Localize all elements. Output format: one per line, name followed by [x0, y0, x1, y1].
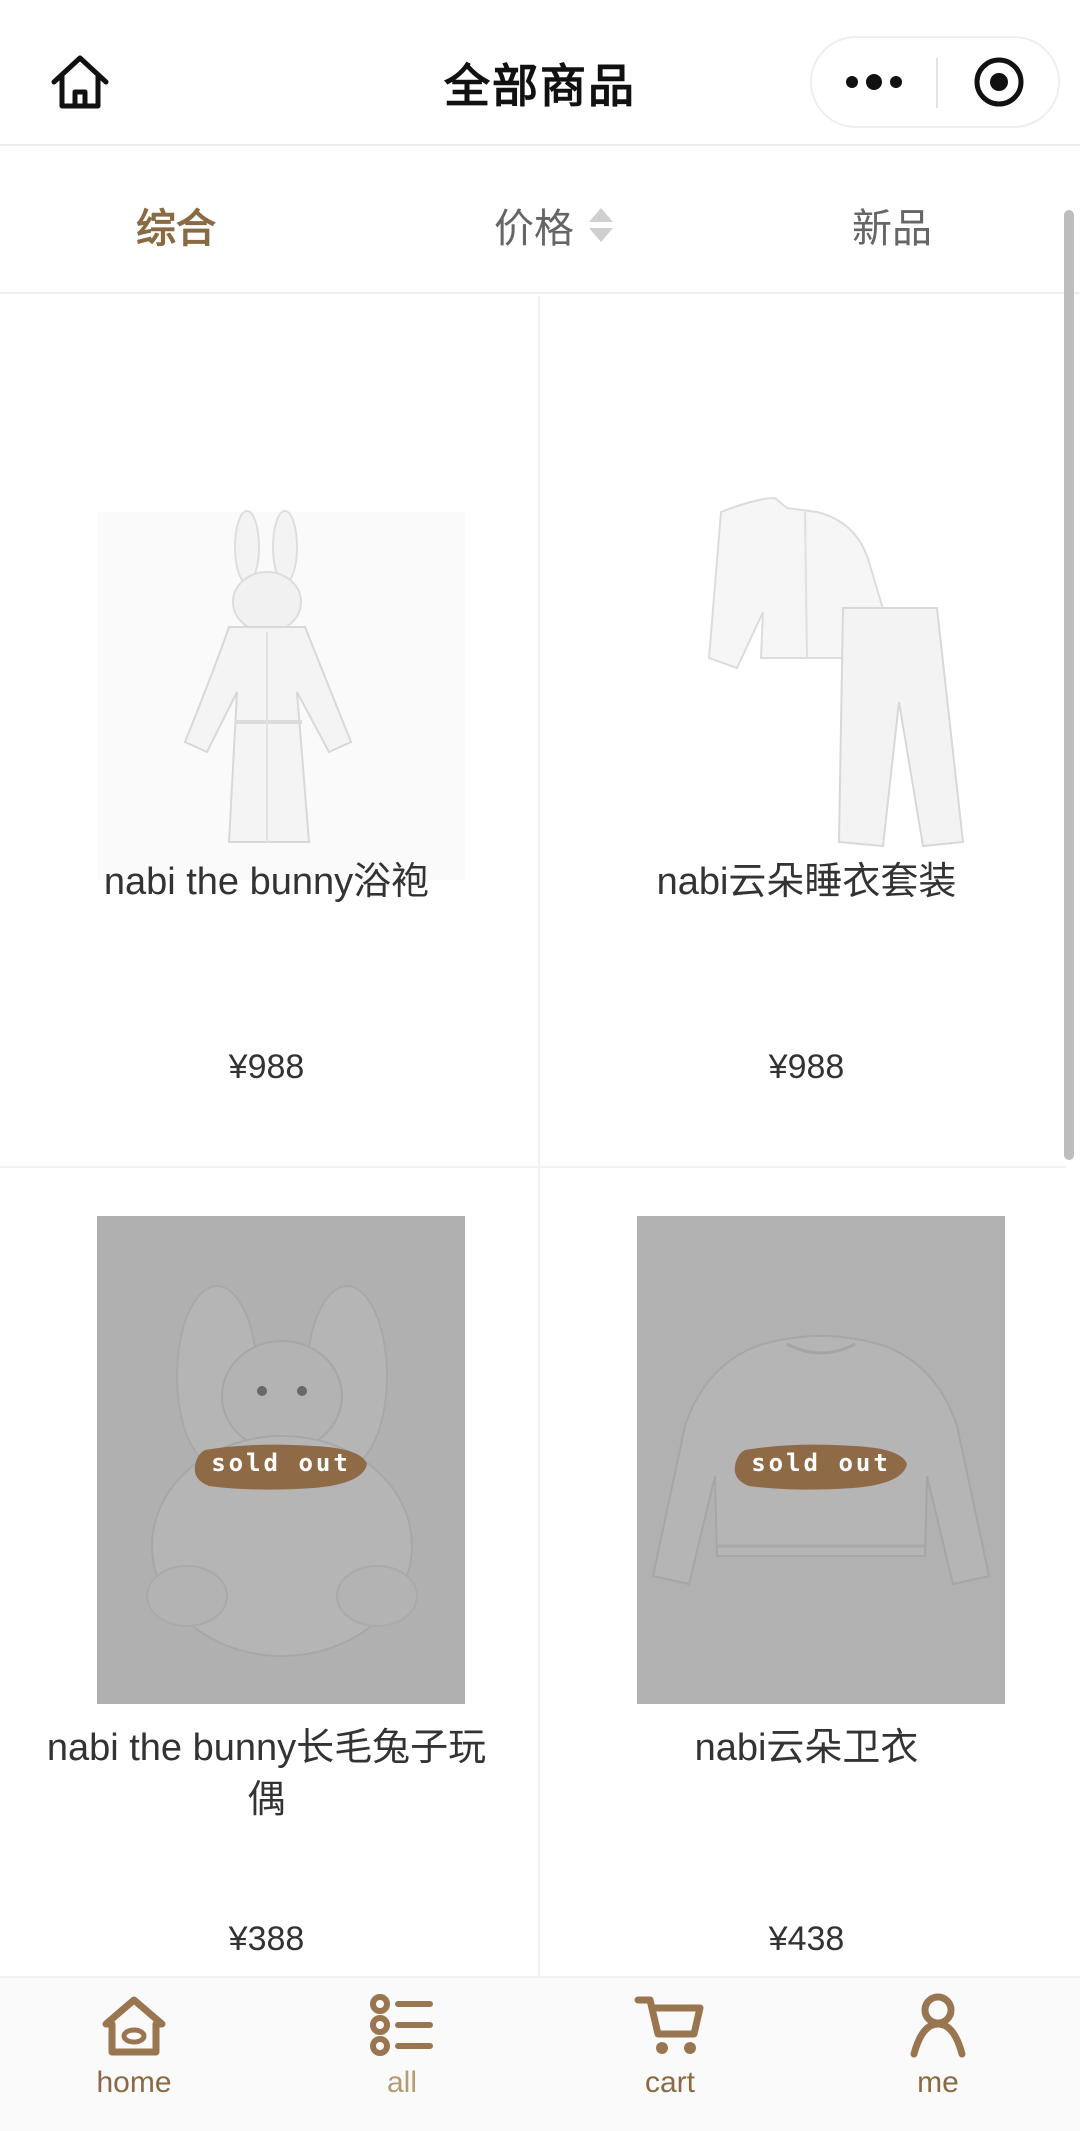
grid-divider-vertical — [538, 296, 540, 1976]
tab-label: home — [96, 2066, 172, 2099]
sold-out-label: sold out — [211, 1449, 351, 1477]
sort-arrows-icon — [586, 205, 616, 245]
product-price: ¥988 — [228, 1048, 305, 1086]
scrollbar[interactable] — [1064, 210, 1074, 1160]
product-price: ¥388 — [228, 1920, 305, 1958]
product-card[interactable]: sold out nabi the bunny长毛兔子玩偶 ¥388 — [0, 1168, 533, 1976]
product-card[interactable]: sold out nabi云朵卫衣 ¥438 — [540, 1168, 1066, 1976]
sold-out-badge: sold out — [193, 1442, 369, 1492]
tab-home[interactable]: home — [34, 1992, 234, 2122]
product-title: nabi云朵睡衣套装 — [656, 861, 957, 903]
sort-tab-price[interactable]: 价格 — [494, 196, 616, 254]
sort-tab-label: 价格 — [494, 206, 574, 252]
bottom-tabbar: home all cart me — [0, 1976, 1080, 2131]
sort-tab-label: 综合 — [136, 206, 216, 252]
pajama-set-image — [637, 402, 1005, 890]
product-title: nabi云朵卫衣 — [694, 1727, 919, 1769]
product-card[interactable]: nabi the bunny浴袍 ¥988 — [0, 296, 533, 1168]
sweatshirt-image: sold out — [637, 1216, 1005, 1704]
sort-bar: 综合 价格 新品 — [0, 148, 1080, 294]
tab-me[interactable]: me — [838, 1992, 1038, 2122]
tab-all[interactable]: all — [302, 1992, 502, 2122]
product-price: ¥988 — [768, 1048, 845, 1086]
target-circle-icon[interactable] — [938, 38, 1060, 126]
sold-out-badge: sold out — [733, 1442, 909, 1492]
more-dots-icon[interactable] — [812, 38, 936, 126]
grid-divider-horizontal — [0, 1166, 1066, 1168]
sort-tab-comprehensive[interactable]: 综合 — [136, 196, 216, 254]
plush-bunny-image: sold out — [97, 1216, 465, 1704]
miniprogram-capsule — [810, 36, 1060, 128]
bunny-robe-image — [97, 402, 465, 890]
list-icon — [370, 1994, 433, 2056]
product-title: nabi the bunny浴袍 — [103, 861, 430, 903]
product-title: nabi the bunny长毛兔子玩偶 — [46, 1727, 487, 1821]
sold-out-label: sold out — [751, 1449, 891, 1477]
product-price: ¥438 — [768, 1920, 845, 1958]
top-navbar: 全部商品 — [0, 0, 1080, 146]
cart-icon — [634, 1996, 704, 2054]
tab-label: me — [917, 2066, 959, 2099]
tab-cart[interactable]: cart — [570, 1992, 770, 2122]
sort-tab-label: 新品 — [852, 206, 932, 252]
home-icon — [102, 1996, 166, 2056]
tab-label: cart — [644, 2066, 695, 2099]
product-card[interactable]: nabi云朵睡衣套装 ¥988 — [540, 296, 1066, 1168]
tab-label: all — [386, 2066, 417, 2099]
sort-tab-new[interactable]: 新品 — [852, 196, 932, 254]
product-grid: nabi the bunny浴袍 ¥988 nabi云朵睡衣套装 ¥988 so… — [0, 296, 1066, 1976]
person-icon — [910, 1993, 966, 2058]
